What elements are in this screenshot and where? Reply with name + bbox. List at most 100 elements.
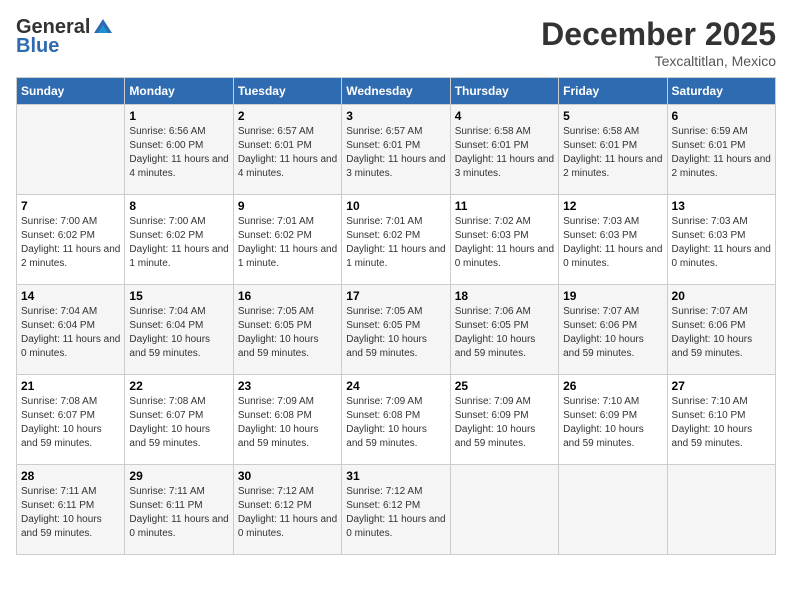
day-info: Sunrise: 7:07 AM Sunset: 6:06 PM Dayligh… [672, 305, 771, 361]
day-number: 28 [21, 469, 120, 483]
calendar-cell: 24 Sunrise: 7:09 AM Sunset: 6:08 PM Dayli… [342, 375, 450, 465]
day-number: 22 [129, 379, 228, 393]
calendar-cell: 1 Sunrise: 6:56 AM Sunset: 6:00 PM Daylig… [125, 105, 233, 195]
day-info: Sunrise: 7:07 AM Sunset: 6:06 PM Dayligh… [563, 305, 662, 361]
day-number: 13 [672, 199, 771, 213]
weekday-header-wednesday: Wednesday [342, 78, 450, 105]
day-info: Sunrise: 6:59 AM Sunset: 6:01 PM Dayligh… [672, 125, 771, 181]
day-info: Sunrise: 7:12 AM Sunset: 6:12 PM Dayligh… [238, 485, 337, 541]
weekday-header-row: SundayMondayTuesdayWednesdayThursdayFrid… [17, 78, 776, 105]
calendar-cell: 27 Sunrise: 7:10 AM Sunset: 6:10 PM Dayli… [667, 375, 775, 465]
day-number: 4 [455, 109, 554, 123]
calendar-cell: 23 Sunrise: 7:09 AM Sunset: 6:08 PM Dayli… [233, 375, 341, 465]
calendar-cell: 15Sunrise: 7:04 AM Sunset: 6:04 PM Dayli… [125, 285, 233, 375]
calendar-cell: 6 Sunrise: 6:59 AM Sunset: 6:01 PM Daylig… [667, 105, 775, 195]
day-info: Sunrise: 7:04 AM Sunset: 6:04 PM Dayligh… [21, 305, 120, 361]
calendar-cell: 10 Sunrise: 7:01 AM Sunset: 6:02 PM Dayli… [342, 195, 450, 285]
day-info: Sunrise: 7:03 AM Sunset: 6:03 PM Dayligh… [563, 215, 662, 271]
day-info: Sunrise: 7:01 AM Sunset: 6:02 PM Dayligh… [346, 215, 445, 271]
day-number: 16 [238, 289, 337, 303]
calendar-cell: 20 Sunrise: 7:07 AM Sunset: 6:06 PM Dayli… [667, 285, 775, 375]
day-number: 6 [672, 109, 771, 123]
calendar-cell: 22Sunrise: 7:08 AM Sunset: 6:07 PM Dayli… [125, 375, 233, 465]
day-number: 21 [21, 379, 120, 393]
calendar-cell: 28 Sunrise: 7:11 AM Sunset: 6:11 PM Dayli… [17, 465, 125, 555]
day-number: 9 [238, 199, 337, 213]
day-info: Sunrise: 7:02 AM Sunset: 6:03 PM Dayligh… [455, 215, 554, 271]
day-info: Sunrise: 6:56 AM Sunset: 6:00 PM Dayligh… [129, 125, 228, 181]
weekday-header-monday: Monday [125, 78, 233, 105]
calendar-cell: 31Sunrise: 7:12 AM Sunset: 6:12 PM Dayli… [342, 465, 450, 555]
day-info: Sunrise: 6:58 AM Sunset: 6:01 PM Dayligh… [563, 125, 662, 181]
weekday-header-sunday: Sunday [17, 78, 125, 105]
calendar-cell [17, 105, 125, 195]
day-number: 3 [346, 109, 445, 123]
day-info: Sunrise: 6:57 AM Sunset: 6:01 PM Dayligh… [346, 125, 445, 181]
calendar-cell: 4Sunrise: 6:58 AM Sunset: 6:01 PM Daylig… [450, 105, 558, 195]
day-info: Sunrise: 7:01 AM Sunset: 6:02 PM Dayligh… [238, 215, 337, 271]
day-info: Sunrise: 6:57 AM Sunset: 6:01 PM Dayligh… [238, 125, 337, 181]
day-info: Sunrise: 7:06 AM Sunset: 6:05 PM Dayligh… [455, 305, 554, 361]
calendar-cell: 30 Sunrise: 7:12 AM Sunset: 6:12 PM Dayli… [233, 465, 341, 555]
calendar-cell [450, 465, 558, 555]
week-row-3: 14 Sunrise: 7:04 AM Sunset: 6:04 PM Dayli… [17, 285, 776, 375]
day-number: 2 [238, 109, 337, 123]
day-number: 18 [455, 289, 554, 303]
weekday-header-thursday: Thursday [450, 78, 558, 105]
day-number: 27 [672, 379, 771, 393]
calendar-cell: 19 Sunrise: 7:07 AM Sunset: 6:06 PM Dayli… [559, 285, 667, 375]
calendar-cell: 16 Sunrise: 7:05 AM Sunset: 6:05 PM Dayli… [233, 285, 341, 375]
calendar-cell: 18 Sunrise: 7:06 AM Sunset: 6:05 PM Dayli… [450, 285, 558, 375]
calendar-cell: 14 Sunrise: 7:04 AM Sunset: 6:04 PM Dayli… [17, 285, 125, 375]
calendar-cell: 25Sunrise: 7:09 AM Sunset: 6:09 PM Dayli… [450, 375, 558, 465]
calendar-cell: 21 Sunrise: 7:08 AM Sunset: 6:07 PM Dayli… [17, 375, 125, 465]
calendar-table: SundayMondayTuesdayWednesdayThursdayFrid… [16, 77, 776, 555]
day-info: Sunrise: 7:09 AM Sunset: 6:08 PM Dayligh… [346, 395, 445, 451]
day-info: Sunrise: 7:10 AM Sunset: 6:10 PM Dayligh… [672, 395, 771, 451]
day-number: 24 [346, 379, 445, 393]
day-info: Sunrise: 7:00 AM Sunset: 6:02 PM Dayligh… [21, 215, 120, 271]
day-number: 20 [672, 289, 771, 303]
day-number: 5 [563, 109, 662, 123]
calendar-cell: 13Sunrise: 7:03 AM Sunset: 6:03 PM Dayli… [667, 195, 775, 285]
weekday-header-friday: Friday [559, 78, 667, 105]
title-area: December 2025 Texcaltitlan, Mexico [541, 16, 776, 69]
day-info: Sunrise: 7:11 AM Sunset: 6:11 PM Dayligh… [129, 485, 228, 541]
day-info: Sunrise: 7:05 AM Sunset: 6:05 PM Dayligh… [238, 305, 337, 361]
week-row-4: 21 Sunrise: 7:08 AM Sunset: 6:07 PM Dayli… [17, 375, 776, 465]
calendar-cell: 29Sunrise: 7:11 AM Sunset: 6:11 PM Dayli… [125, 465, 233, 555]
day-number: 1 [129, 109, 228, 123]
day-number: 17 [346, 289, 445, 303]
location: Texcaltitlan, Mexico [541, 53, 776, 69]
day-info: Sunrise: 7:00 AM Sunset: 6:02 PM Dayligh… [129, 215, 228, 271]
calendar-cell: 9 Sunrise: 7:01 AM Sunset: 6:02 PM Daylig… [233, 195, 341, 285]
day-info: Sunrise: 7:12 AM Sunset: 6:12 PM Dayligh… [346, 485, 445, 541]
day-info: Sunrise: 7:11 AM Sunset: 6:11 PM Dayligh… [21, 485, 120, 541]
day-number: 7 [21, 199, 120, 213]
logo: General Blue [16, 16, 114, 58]
day-info: Sunrise: 7:09 AM Sunset: 6:08 PM Dayligh… [238, 395, 337, 451]
calendar-cell: 11 Sunrise: 7:02 AM Sunset: 6:03 PM Dayli… [450, 195, 558, 285]
calendar-cell: 5 Sunrise: 6:58 AM Sunset: 6:01 PM Daylig… [559, 105, 667, 195]
day-number: 10 [346, 199, 445, 213]
day-number: 11 [455, 199, 554, 213]
day-number: 12 [563, 199, 662, 213]
calendar-cell: 2 Sunrise: 6:57 AM Sunset: 6:01 PM Daylig… [233, 105, 341, 195]
calendar-cell: 17 Sunrise: 7:05 AM Sunset: 6:05 PM Dayli… [342, 285, 450, 375]
day-number: 8 [129, 199, 228, 213]
day-number: 23 [238, 379, 337, 393]
day-info: Sunrise: 7:05 AM Sunset: 6:05 PM Dayligh… [346, 305, 445, 361]
day-number: 19 [563, 289, 662, 303]
calendar-cell: 8 Sunrise: 7:00 AM Sunset: 6:02 PM Daylig… [125, 195, 233, 285]
day-number: 30 [238, 469, 337, 483]
day-info: Sunrise: 7:09 AM Sunset: 6:09 PM Dayligh… [455, 395, 554, 451]
day-info: Sunrise: 7:08 AM Sunset: 6:07 PM Dayligh… [21, 395, 120, 451]
week-row-1: 1 Sunrise: 6:56 AM Sunset: 6:00 PM Daylig… [17, 105, 776, 195]
calendar-cell [559, 465, 667, 555]
day-number: 15 [129, 289, 228, 303]
logo-icon [92, 15, 114, 37]
day-number: 14 [21, 289, 120, 303]
week-row-5: 28 Sunrise: 7:11 AM Sunset: 6:11 PM Dayli… [17, 465, 776, 555]
day-info: Sunrise: 7:10 AM Sunset: 6:09 PM Dayligh… [563, 395, 662, 451]
page-header: General Blue December 2025 Texcaltitlan,… [16, 16, 776, 69]
